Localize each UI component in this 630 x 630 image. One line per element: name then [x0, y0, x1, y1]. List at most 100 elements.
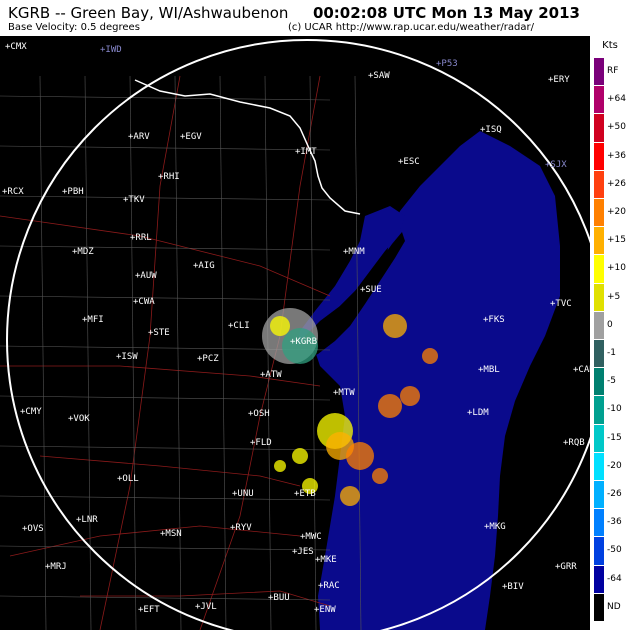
- city-label: +TKV: [123, 195, 145, 205]
- city-label: +SUE: [360, 285, 382, 295]
- city-label: +ISW: [116, 352, 138, 362]
- legend-label: +20: [607, 207, 626, 217]
- product-label: Base Velocity: 0.5 degrees: [8, 22, 140, 33]
- legend-swatch: [594, 199, 604, 227]
- legend-label: -5: [607, 376, 616, 387]
- legend-label: -36: [607, 517, 622, 528]
- city-label: +LDM: [467, 408, 489, 418]
- city-label: +PBH: [62, 187, 84, 197]
- city-label: +CLI: [228, 321, 250, 331]
- legend-label: +36: [607, 150, 626, 161]
- legend-swatch: [594, 565, 604, 593]
- city-label: +MTW: [333, 388, 355, 398]
- legend-label: -26: [607, 489, 622, 499]
- legend-label: +5: [607, 291, 621, 302]
- legend-swatch: [594, 170, 604, 198]
- city-label: +MBL: [478, 365, 500, 375]
- station-title: KGRB -- Green Bay, WI/Ashwaubenon: [8, 4, 289, 22]
- city-label: +FLD: [250, 438, 272, 448]
- city-label: +BIV: [502, 582, 524, 592]
- legend-swatch: [594, 283, 604, 311]
- city-label: +MDZ: [72, 247, 94, 257]
- legend-label: -64: [607, 573, 622, 584]
- legend-label: -1: [607, 348, 616, 358]
- legend-swatch: [594, 537, 604, 565]
- city-label: +ETB: [294, 489, 316, 499]
- city-label: +BUU: [268, 593, 290, 603]
- city-label: +CWA: [133, 297, 155, 307]
- city-label: +MFI: [82, 315, 104, 325]
- legend-swatch: [594, 58, 604, 86]
- legend-label: ND: [607, 601, 621, 612]
- city-label: +PCZ: [197, 354, 219, 364]
- velocity-legend: Kts RF +64 +50 +36 +26 +20 +15 +10 +5 0 -1 -5 -10 -15…: [590, 36, 630, 630]
- city-label: +P53: [436, 59, 458, 69]
- city-label: +FKS: [483, 315, 505, 325]
- city-label: +VOK: [68, 414, 90, 424]
- city-label: +LNR: [76, 515, 98, 525]
- city-label: +OLL: [117, 474, 139, 484]
- legend-unit: Kts: [602, 40, 618, 51]
- legend-swatch: [594, 396, 604, 424]
- city-label: +MKG: [484, 522, 506, 532]
- map-canvas: +IWD +SAW +P53 +ERY +CMX +PBH +ARV +EGV +RHI +TKV…: [0, 39, 590, 630]
- city-label: +UNU: [232, 489, 254, 499]
- city-label: +MSN: [160, 529, 182, 539]
- city-label: +RAC: [318, 581, 340, 591]
- city-label: +CMX: [5, 42, 27, 52]
- header: KGRB -- Green Bay, WI/Ashwaubenon 00:02:…: [0, 0, 630, 36]
- city-label: +IMT: [295, 147, 317, 157]
- legend-label: -20: [607, 460, 622, 471]
- city-label: +JES: [292, 547, 314, 557]
- city-label: +CAD: [573, 365, 590, 375]
- legend-label: -10: [607, 404, 622, 415]
- city-label: +TVC: [550, 299, 572, 309]
- city-label: +RHI: [158, 172, 180, 182]
- legend-swatch: [594, 311, 604, 339]
- city-label: +EFT: [138, 605, 160, 615]
- city-label: +ESC: [398, 157, 420, 167]
- legend-swatch: [594, 227, 604, 255]
- legend-swatch: [594, 593, 604, 621]
- city-label: +RCX: [2, 187, 24, 197]
- legend-swatch: [594, 509, 604, 537]
- city-label: +ARV: [128, 132, 150, 142]
- city-label: +ERY: [548, 75, 570, 85]
- legend-label: -15: [607, 432, 622, 443]
- legend-swatch: [594, 114, 604, 142]
- legend-label: +50: [607, 122, 626, 133]
- legend-swatch: [594, 424, 604, 452]
- city-label: +MNM: [343, 247, 365, 257]
- city-label: +SJX: [545, 160, 567, 170]
- credit-line: (c) UCAR http://www.rap.ucar.edu/weather…: [287, 22, 534, 33]
- legend-label: +10: [607, 263, 626, 274]
- city-label: +RQB: [563, 438, 585, 448]
- legend-swatch: [594, 86, 604, 114]
- city-label: +AIG: [193, 261, 215, 271]
- city-label: +SAW: [368, 71, 390, 81]
- city-label: +RRL: [130, 233, 152, 243]
- city-label: +JVL: [195, 602, 217, 612]
- city-label: +ENW: [314, 605, 336, 615]
- radar-map: +IWD +SAW +P53 +ERY +CMX +PBH +ARV +EGV +RHI +TKV…: [0, 36, 590, 630]
- legend-label: 0: [607, 319, 613, 330]
- legend-swatch: [594, 142, 604, 170]
- city-label: +IWD: [100, 45, 122, 55]
- city-label: +CMY: [20, 407, 42, 417]
- city-label: +STE: [148, 328, 170, 338]
- city-label: +GRR: [555, 562, 577, 572]
- legend-swatch: [594, 368, 604, 396]
- city-label: +AUW: [135, 271, 157, 281]
- city-label: +EGV: [180, 132, 202, 142]
- lake-michigan: [315, 131, 560, 630]
- legend-label: RF: [607, 66, 619, 76]
- legend-label: -50: [607, 545, 622, 556]
- city-label: +RYV: [230, 523, 252, 533]
- city-label: +MRJ: [45, 562, 67, 572]
- city-label: +ISQ: [480, 125, 502, 135]
- legend-swatch: [594, 452, 604, 480]
- city-label: +MKE: [315, 555, 337, 565]
- city-label: +KGRB: [290, 337, 317, 347]
- legend-label: +26: [607, 178, 626, 189]
- radar-image: KGRB -- Green Bay, WI/Ashwaubenon 00:02:…: [0, 0, 630, 630]
